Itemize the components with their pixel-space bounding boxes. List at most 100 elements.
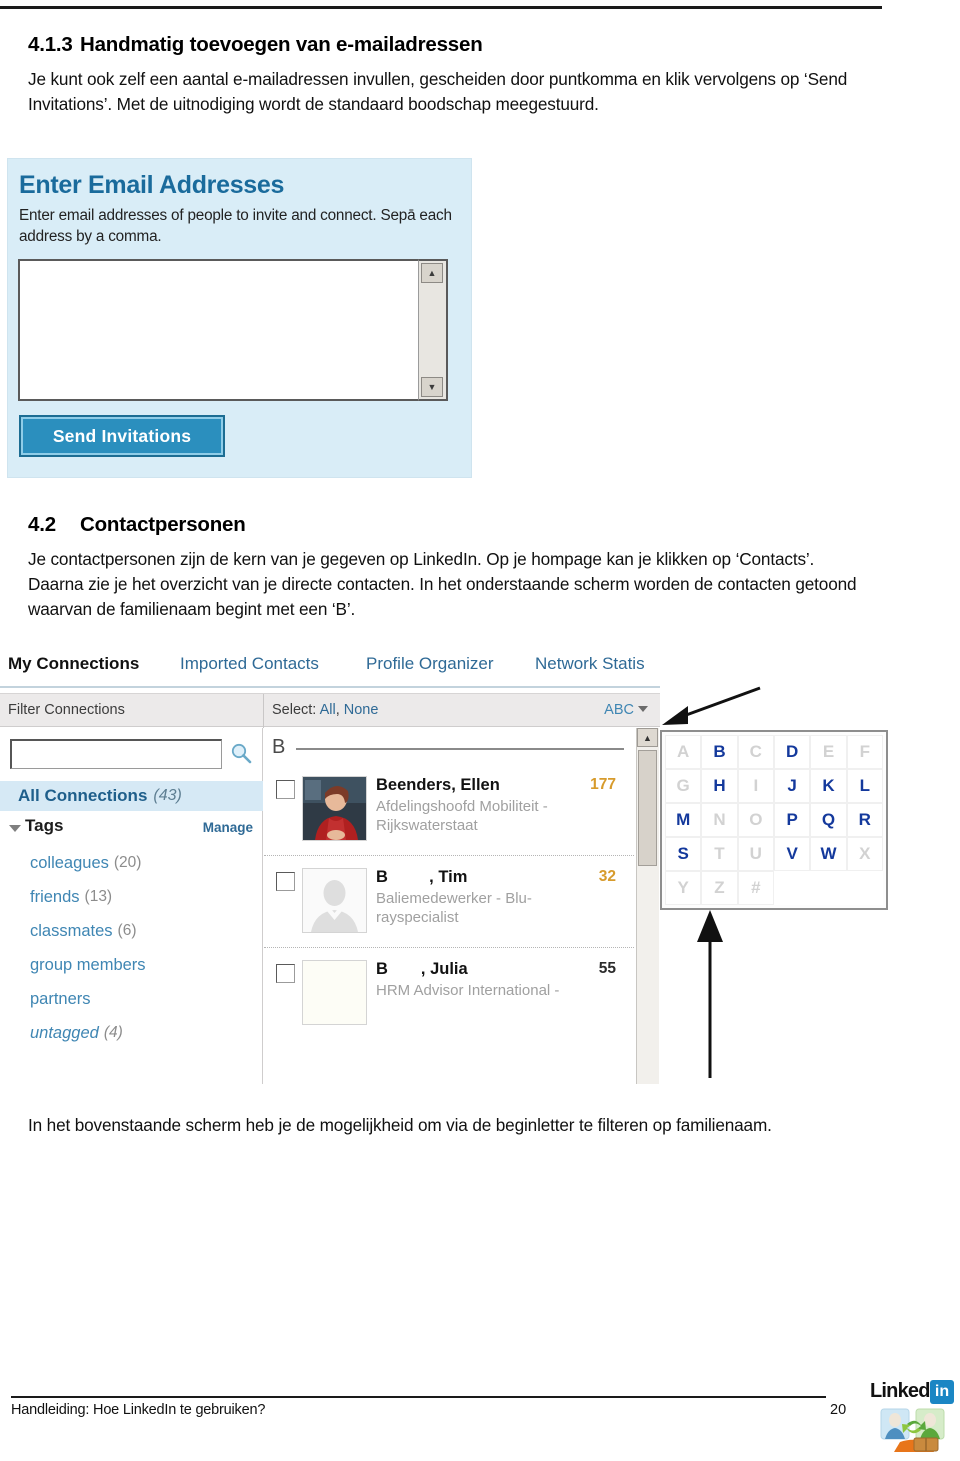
alpha-key-W[interactable]: W — [810, 837, 847, 871]
alpha-key-E: E — [810, 735, 847, 769]
all-connections-count: (43) — [153, 787, 182, 804]
email-addresses-textarea[interactable] — [18, 259, 448, 401]
alpha-key-R[interactable]: R — [846, 803, 883, 837]
alpha-key-D[interactable]: D — [773, 735, 811, 769]
section-4-1-3-title: Handmatig toevoegen van e-mailadressen — [80, 33, 483, 56]
alphabet-filter-panel[interactable]: A B C D E F G H I J K L M N O P Q R S T … — [660, 730, 888, 910]
scroll-down-icon[interactable]: ▼ — [421, 377, 443, 397]
section-4-2: 4.2 Contactpersonen Je contactpersonen zi… — [28, 512, 858, 622]
tag-name: untagged — [30, 1023, 99, 1042]
tag-count: (20) — [113, 854, 142, 871]
sidebar-item-tag-untagged[interactable]: untagged (4) — [0, 1016, 263, 1050]
table-row[interactable]: B , Julia HRM Advisor International - 55 — [264, 948, 634, 1040]
closing-paragraph: In het bovenstaande scherm heb je de mog… — [28, 1115, 772, 1136]
alpha-key-B[interactable]: B — [701, 735, 738, 769]
tags-label: Tags — [25, 816, 64, 835]
send-invitations-button[interactable]: Send Invitations — [19, 415, 225, 457]
tab-profile-organizer[interactable]: Profile Organizer — [366, 654, 494, 674]
page-number: 20 — [830, 1402, 847, 1418]
contact-name[interactable]: B , Tim — [376, 868, 467, 887]
search-icon[interactable] — [230, 742, 252, 764]
contact-name[interactable]: B , Julia — [376, 960, 468, 979]
scrollbar-thumb[interactable] — [638, 750, 657, 866]
sidebar-item-tag-colleagues[interactable]: colleagues (20) — [0, 846, 263, 880]
connections-sidebar: All Connections (43) Tags Manage colleag… — [0, 728, 263, 1084]
tab-network-statistics[interactable]: Network Statis — [535, 654, 645, 674]
alpha-key-M[interactable]: M — [665, 803, 702, 837]
tag-list: colleagues (20) friends (13) classmates … — [0, 846, 263, 1050]
tag-count: (13) — [84, 888, 113, 905]
scroll-up-icon[interactable]: ▲ — [421, 263, 443, 283]
sidebar-item-tag-friends[interactable]: friends (13) — [0, 880, 263, 914]
contact-title: Afdelingshoofd Mobiliteit - Rijkswaterst… — [376, 798, 548, 835]
enter-email-title: Enter Email Addresses — [19, 171, 285, 199]
section-4-1-3-paragraph: Je kunt ook zelf een aantal e-mailadress… — [28, 68, 848, 114]
contact-degree-count: 32 — [598, 868, 616, 885]
section-4-2-paragraph: Je contactpersonen zijn de kern van je g… — [28, 548, 857, 620]
section-4-2-number: 4.2 — [28, 513, 56, 536]
contact-checkbox[interactable] — [276, 964, 295, 983]
tag-name: friends — [30, 887, 80, 906]
sidebar-item-tag-group-members[interactable]: group members — [0, 948, 263, 982]
contact-checkbox[interactable] — [276, 780, 295, 799]
sidebar-item-tag-classmates[interactable]: classmates (6) — [0, 914, 263, 948]
alpha-key-V[interactable]: V — [773, 837, 811, 871]
sidebar-item-all-connections[interactable]: All Connections (43) — [0, 781, 263, 811]
enter-email-addresses-screenshot: Enter Email Addresses Enter email addres… — [7, 158, 472, 478]
linkedin-in-badge: in — [930, 1380, 954, 1404]
section-4-2-heading: 4.2 Contactpersonen — [28, 512, 858, 538]
alpha-key-blank-3 — [846, 871, 883, 905]
select-label: Select: — [272, 702, 317, 718]
contacts-list: B Beenders, Ellen Afdelingshoofd Mobilit… — [264, 728, 634, 1084]
contact-title: HRM Advisor International - — [376, 982, 560, 999]
select-none-link[interactable]: None — [344, 702, 379, 718]
select-all-link[interactable]: All — [320, 702, 336, 718]
select-label-group: Select: All, None — [272, 702, 378, 718]
letter-group-label: B — [272, 736, 286, 758]
alpha-key-P[interactable]: P — [773, 803, 811, 837]
manage-tags-link[interactable]: Manage — [203, 820, 253, 835]
alpha-key-H[interactable]: H — [701, 769, 738, 803]
section-4-2-title: Contactpersonen — [80, 513, 246, 536]
tab-imported-contacts[interactable]: Imported Contacts — [180, 654, 319, 674]
contact-checkbox[interactable] — [276, 872, 295, 891]
filter-search-input[interactable] — [10, 739, 222, 769]
sidebar-item-tag-partners[interactable]: partners — [0, 982, 263, 1016]
contact-title: Baliemedewerker - Blu-rayspecialist — [376, 890, 532, 927]
annotation-arrow-to-abc — [662, 686, 761, 725]
alphabet-grid: A B C D E F G H I J K L M N O P Q R S T … — [665, 735, 883, 905]
alpha-key-S[interactable]: S — [665, 837, 702, 871]
avatar-placeholder — [302, 868, 367, 933]
alpha-key-J[interactable]: J — [773, 769, 811, 803]
alpha-key-A: A — [665, 735, 702, 769]
chevron-down-icon-tags[interactable] — [9, 825, 21, 832]
tag-count: (6) — [117, 922, 137, 939]
tag-count: (4) — [103, 1024, 123, 1041]
my-connections-screenshot: My Connections Imported Contacts Profile… — [0, 652, 660, 1084]
tab-my-connections[interactable]: My Connections — [8, 654, 140, 684]
table-row[interactable]: B , Tim Baliemedewerker - Blu-rayspecial… — [264, 856, 634, 948]
contact-name[interactable]: Beenders, Ellen — [376, 776, 500, 795]
letter-group-rule — [296, 748, 624, 750]
linkedin-logo: Linked in — [868, 1380, 956, 1456]
table-row[interactable]: Beenders, Ellen Afdelingshoofd Mobilitei… — [264, 764, 634, 856]
contact-degree-count: 177 — [590, 776, 616, 793]
linkedin-wordmark: Linked — [870, 1380, 930, 1402]
abc-dropdown-trigger[interactable]: ABC — [604, 702, 648, 718]
section-4-1-3-number: 4.1.3 — [28, 33, 73, 56]
section-4-1-3: 4.1.3 Handmatig toevoegen van e-mailadres… — [28, 32, 858, 117]
filter-bar-divider — [263, 694, 264, 728]
alpha-key-K[interactable]: K — [810, 769, 847, 803]
alpha-key-L[interactable]: L — [846, 769, 883, 803]
contact-degree-count: 55 — [598, 960, 616, 977]
select-separator: , — [335, 702, 340, 718]
document-page: 4.1.3 Handmatig toevoegen van e-mailadres… — [0, 0, 960, 1461]
contacts-list-scrollbar[interactable]: ▲ — [636, 728, 659, 1084]
header-rule — [0, 6, 882, 9]
alpha-key-O: O — [737, 803, 774, 837]
alpha-key-N: N — [701, 803, 738, 837]
alpha-key-hash: # — [737, 871, 774, 905]
alpha-key-C: C — [737, 735, 774, 769]
alpha-key-Q[interactable]: Q — [810, 803, 847, 837]
textarea-scrollbar[interactable]: ▲ ▼ — [418, 259, 448, 401]
